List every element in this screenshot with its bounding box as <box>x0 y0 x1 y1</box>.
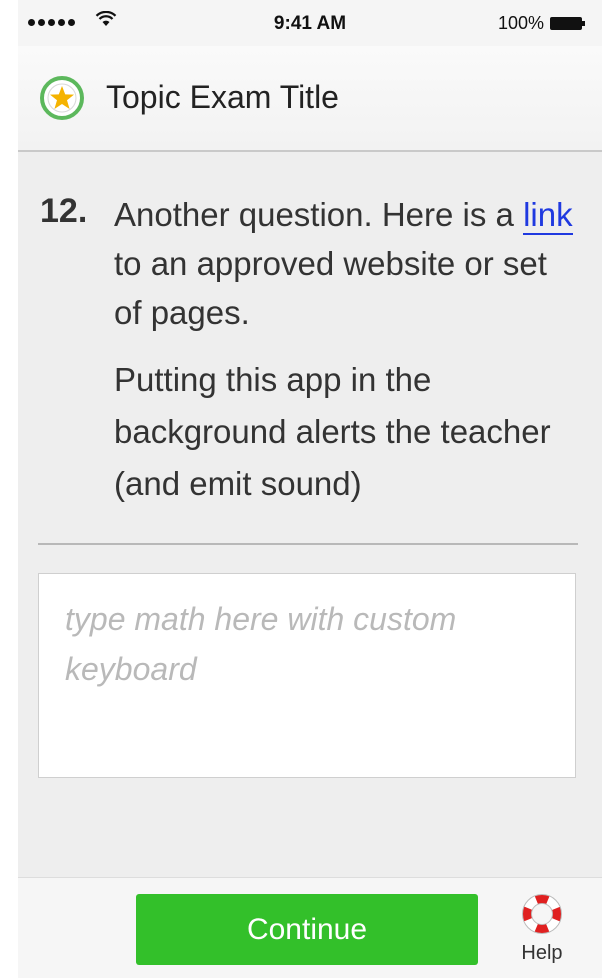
page-title: Topic Exam Title <box>106 79 339 115</box>
question-text: Another question. Here is a link to an a… <box>114 190 574 337</box>
question-text-after-link: to an approved website or set of pages. <box>114 245 547 331</box>
battery-percentage: 100% <box>497 13 544 33</box>
status-bar: 9:41 AM 100% <box>18 0 602 46</box>
approved-website-link[interactable]: link <box>523 196 573 235</box>
question-note: Putting this app in the background alert… <box>114 361 551 502</box>
continue-button[interactable]: Continue <box>136 894 478 965</box>
math-answer-input[interactable] <box>39 574 575 777</box>
question-number: 12. <box>40 192 88 230</box>
lifebuoy-icon <box>522 894 562 934</box>
help-label: Help <box>521 942 563 964</box>
phone-screen: 9:41 AM 100% Topic Exam Title 12. Anothe… <box>18 0 602 978</box>
battery-nub <box>582 21 585 26</box>
help-button[interactable]: Help <box>512 894 572 974</box>
answer-box <box>38 573 576 778</box>
star-badge-icon <box>40 76 84 120</box>
divider <box>38 543 578 545</box>
bottom-bar: Continue Help <box>18 877 602 978</box>
nav-bar: Topic Exam Title <box>18 46 602 152</box>
question-text-before-link: Another question. Here is a <box>114 196 524 233</box>
battery-icon <box>550 17 582 30</box>
